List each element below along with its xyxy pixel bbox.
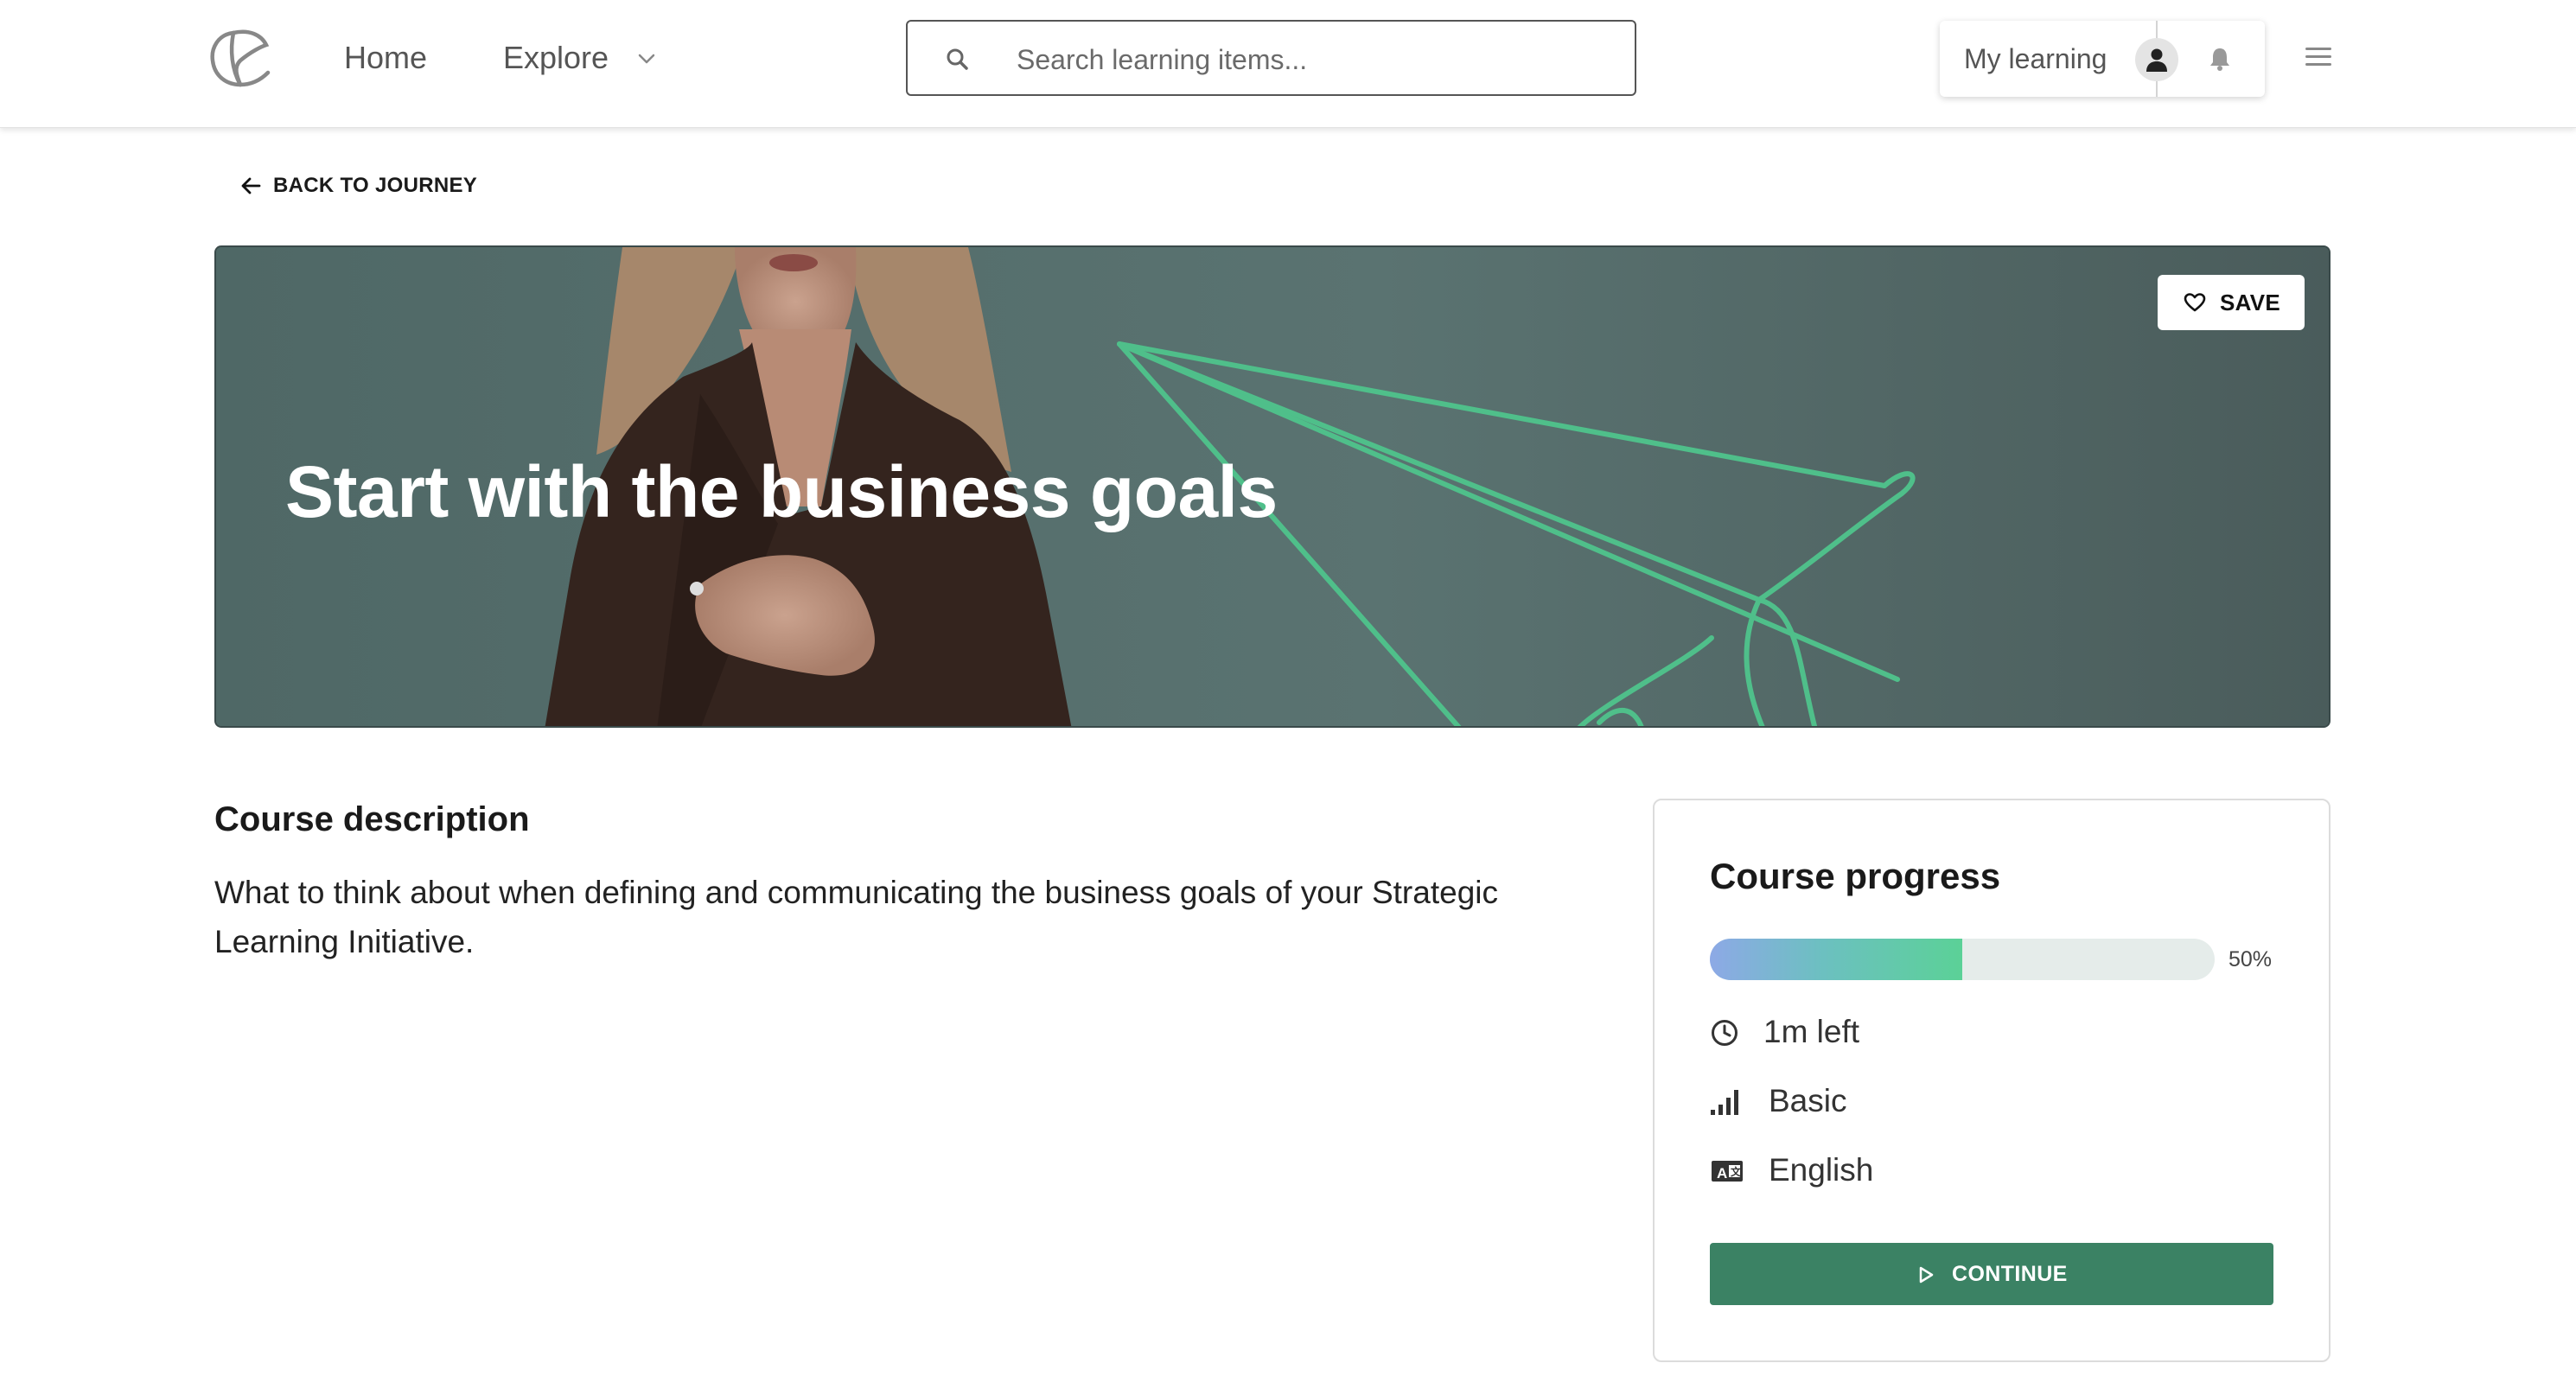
- search-icon: [947, 48, 968, 70]
- time-left: 1m left: [1763, 1014, 1860, 1049]
- chevron-down-icon[interactable]: [634, 47, 659, 71]
- logo-icon[interactable]: [207, 26, 273, 90]
- save-label: SAVE: [2220, 290, 2281, 315]
- user-menu: My learning: [1940, 21, 2265, 97]
- user-icon: [2146, 48, 2167, 72]
- svg-text:文: 文: [1731, 1165, 1742, 1178]
- continue-button[interactable]: CONTINUE: [1710, 1243, 2273, 1305]
- course-description-heading: Course description: [214, 800, 530, 838]
- nav-explore[interactable]: Explore: [503, 36, 609, 80]
- back-link-label: BACK TO JOURNEY: [273, 174, 478, 197]
- menu-icon[interactable]: [2303, 41, 2334, 73]
- search-input[interactable]: Search learning items...: [906, 20, 1636, 96]
- heart-icon: [2184, 293, 2206, 312]
- my-learning-link[interactable]: My learning: [1964, 40, 2107, 78]
- top-navigation: Home Explore Search learning items... My…: [0, 0, 2576, 128]
- course-progress-card: Course progress 50% 1m left Basic A 文 En…: [1653, 799, 2331, 1362]
- language-icon: A 文: [1712, 1161, 1743, 1182]
- search-placeholder: Search learning items...: [1017, 44, 1308, 75]
- progress-bar: [1710, 939, 2215, 980]
- course-level: Basic: [1769, 1083, 1847, 1118]
- level-bars-icon: [1711, 1090, 1738, 1115]
- avatar[interactable]: [2135, 38, 2178, 81]
- continue-label: CONTINUE: [1952, 1262, 2068, 1286]
- course-title: Start with the business goals: [285, 451, 1278, 532]
- bell-icon[interactable]: [2206, 45, 2234, 73]
- course-progress-heading: Course progress: [1710, 856, 2001, 896]
- svg-text:A: A: [1717, 1165, 1727, 1182]
- arrow-left-icon: [241, 177, 261, 194]
- course-language: English: [1769, 1152, 1874, 1188]
- course-hero: Start with the business goals SAVE: [214, 245, 2331, 728]
- play-icon: [1919, 1266, 1934, 1284]
- progress-percent: 50%: [2228, 947, 2273, 971]
- progress-bar-fill: [1710, 939, 1962, 980]
- course-description-text: What to think about when defining and co…: [214, 875, 1498, 959]
- clock-icon: [1712, 1020, 1738, 1046]
- nav-home[interactable]: Home: [344, 36, 427, 80]
- save-button[interactable]: SAVE: [2158, 275, 2305, 330]
